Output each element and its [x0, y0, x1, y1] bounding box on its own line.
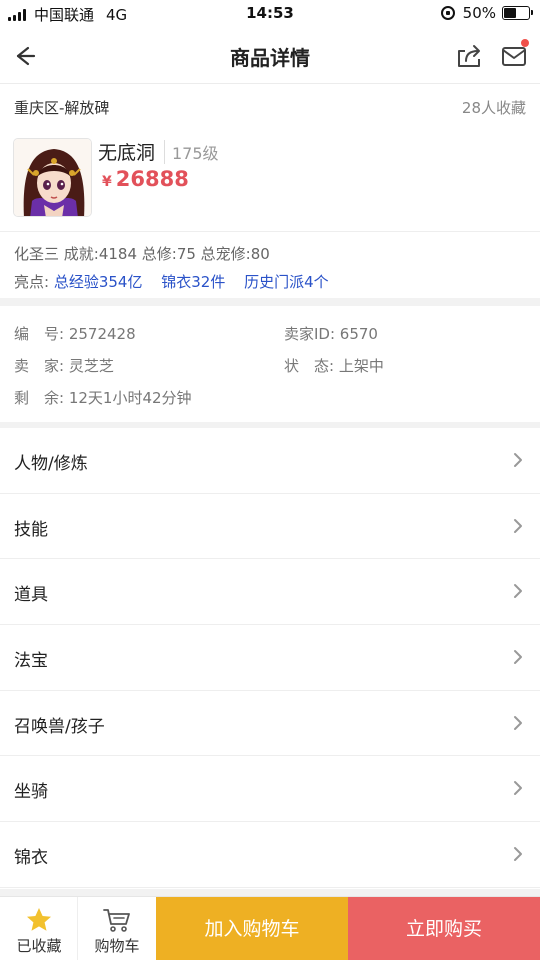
listing-status: 状 态: 上架中 [284, 357, 384, 375]
favorite-button[interactable]: 已收藏 [0, 897, 78, 960]
menu-item-label: 法宝 [14, 651, 48, 672]
server-row: 重庆区-解放碑 28人收藏 [0, 85, 540, 130]
menu-item-outfits[interactable]: 锦衣 [0, 822, 540, 888]
favorite-count: 28人收藏 [461, 99, 526, 117]
listing-id: 编 号: 2572428 [14, 325, 136, 343]
highlights-row: 亮点: 总经验354亿 锦衣32件 历史门派4个 [14, 271, 343, 292]
character-name: 无底洞 [98, 142, 156, 164]
chevron-right-icon [514, 650, 522, 665]
highlight-tag[interactable]: 历史门派4个 [244, 273, 329, 291]
lock-rotation-icon [440, 6, 455, 20]
status-bar: 中国联通 4G 14:53 50% [0, 0, 540, 28]
menu-item-treasures[interactable]: 法宝 [0, 625, 540, 691]
cart-icon [103, 909, 130, 932]
price-value: 26888 [115, 167, 189, 191]
nav-bar: 商品详情 [0, 28, 540, 84]
menu-item-label: 锦衣 [14, 848, 48, 869]
highlight-tag[interactable]: 锦衣32件 [161, 273, 225, 291]
detail-menu: 人物/修炼 技能 道具 法宝 召唤兽/孩子 坐骑 锦衣 [0, 428, 540, 888]
server-location: 重庆区-解放碑 [14, 99, 110, 117]
currency-symbol: ¥ [102, 174, 112, 190]
battery-icon [502, 6, 533, 20]
cart-button[interactable]: 购物车 [78, 897, 156, 960]
buy-now-button[interactable]: 立即购买 [348, 897, 540, 960]
favorite-label: 已收藏 [16, 937, 62, 955]
menu-item-label: 召唤兽/孩子 [14, 716, 105, 737]
seller-id: 卖家ID: 6570 [284, 325, 378, 343]
menu-item-items[interactable]: 道具 [0, 559, 540, 626]
menu-item-mounts[interactable]: 坐骑 [0, 756, 540, 823]
star-icon [27, 908, 51, 931]
section-divider [0, 889, 540, 896]
menu-item-label: 坐骑 [14, 782, 48, 803]
bottom-action-bar: 已收藏 购物车 加入购物车 立即购买 [0, 896, 540, 960]
add-to-cart-button[interactable]: 加入购物车 [156, 897, 348, 960]
chevron-right-icon [514, 518, 522, 533]
menu-item-summons[interactable]: 召唤兽/孩子 [0, 691, 540, 757]
section-divider [0, 298, 540, 306]
chevron-right-icon [514, 584, 522, 599]
cart-label: 购物车 [94, 937, 140, 955]
chevron-right-icon [514, 847, 522, 862]
chevron-right-icon [514, 453, 522, 467]
chevron-right-icon [514, 781, 522, 796]
battery-percent: 50% [462, 4, 496, 22]
menu-item-label: 道具 [14, 585, 48, 606]
character-card: 无底洞 175级 ¥26888 [0, 130, 540, 232]
character-level: 175级 [164, 140, 219, 164]
share-icon[interactable] [454, 41, 484, 71]
highlight-tag[interactable]: 总经验354亿 [54, 273, 143, 291]
menu-item-character[interactable]: 人物/修炼 [0, 428, 540, 494]
chevron-right-icon [514, 715, 522, 730]
listing-info: 编 号: 2572428 卖家ID: 6570 卖 家: 灵芝芝 状 态: 上架… [0, 306, 540, 422]
seller-name: 卖 家: 灵芝芝 [14, 357, 114, 375]
character-stats: 化圣三 成就:4184 总修:75 总宠修:80 [14, 245, 270, 263]
menu-item-label: 人物/修炼 [14, 454, 88, 474]
menu-item-skills[interactable]: 技能 [0, 494, 540, 560]
highlights-label: 亮点: [14, 273, 50, 291]
time-remaining: 剩 余: 12天1小时42分钟 [14, 389, 192, 407]
character-avatar [13, 138, 92, 217]
menu-item-label: 技能 [14, 519, 48, 540]
price: ¥26888 [102, 167, 189, 191]
notification-dot [521, 39, 529, 47]
